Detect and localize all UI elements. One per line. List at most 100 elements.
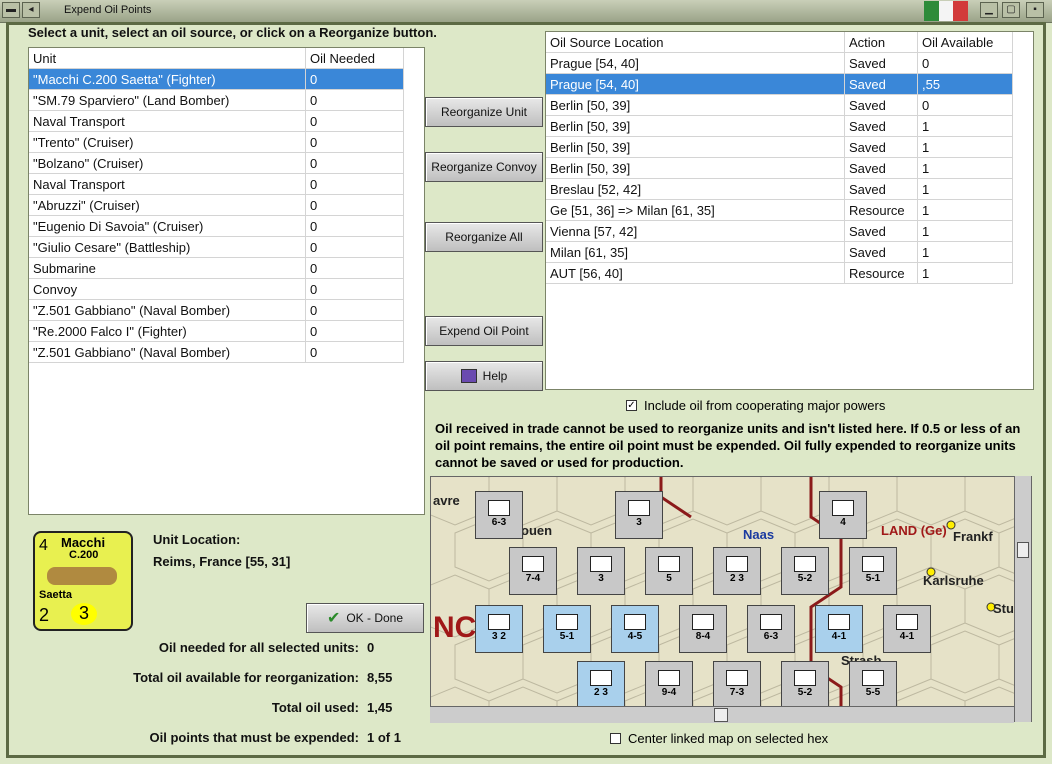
map-counter[interactable]: 9-4 xyxy=(645,661,693,709)
table-row[interactable]: Convoy 0 xyxy=(29,278,404,300)
map-counter[interactable]: 5-2 xyxy=(781,547,829,595)
map-counter[interactable]: 3 xyxy=(615,491,663,539)
table-row[interactable]: "Abruzzi" (Cruiser) 0 xyxy=(29,194,404,216)
map-counter[interactable]: 3 xyxy=(577,547,625,595)
table-row[interactable]: "Z.501 Gabbiano" (Naval Bomber) 0 xyxy=(29,341,404,363)
map-counter[interactable]: 8-4 xyxy=(679,605,727,653)
map-counter[interactable]: 6-3 xyxy=(475,491,523,539)
table-row[interactable]: Breslau [52, 42] Saved 1 xyxy=(546,178,1013,200)
map-counter[interactable]: 3 2 xyxy=(475,605,523,653)
table-row[interactable]: Naval Transport 0 xyxy=(29,110,404,132)
table-row[interactable]: Berlin [50, 39] Saved 1 xyxy=(546,136,1013,158)
table-row[interactable]: "Giulio Cesare" (Battleship) 0 xyxy=(29,236,404,258)
center-map-checkbox[interactable] xyxy=(610,733,621,744)
oil-available-cell: 1 xyxy=(917,115,1013,137)
table-row[interactable]: Ge [51, 36] => Milan [61, 35] Resource 1 xyxy=(546,199,1013,221)
card-nickname: Saetta xyxy=(39,589,73,601)
col-action[interactable]: Action xyxy=(844,32,918,53)
map-label: avre xyxy=(433,493,460,508)
map-counter[interactable]: 2 3 xyxy=(713,547,761,595)
reorganize-all-button[interactable]: Reorganize All xyxy=(425,222,543,252)
minimize-icon[interactable]: ▁ xyxy=(980,2,998,18)
map-counter[interactable]: 4-1 xyxy=(815,605,863,653)
map-counter[interactable]: 7-4 xyxy=(509,547,557,595)
oil-available-cell: 1 xyxy=(917,136,1013,158)
table-row[interactable]: Berlin [50, 39] Saved 1 xyxy=(546,115,1013,137)
map-counter[interactable]: 5 xyxy=(645,547,693,595)
map-counter[interactable]: 6-3 xyxy=(747,605,795,653)
table-row[interactable]: Vienna [57, 42] Saved 1 xyxy=(546,220,1013,242)
stat-value: 8,55 xyxy=(367,670,393,685)
stat-label: Oil needed for all selected units: xyxy=(158,640,359,655)
table-row[interactable]: "Eugenio Di Savoia" (Cruiser) 0 xyxy=(29,215,404,237)
stat-value: 0 xyxy=(367,640,375,655)
unit-name-cell: "Z.501 Gabbiano" (Naval Bomber) xyxy=(29,299,306,321)
ok-done-button[interactable]: ✔ OK - Done xyxy=(306,603,424,633)
oil-needed-cell: 0 xyxy=(305,110,404,132)
map-label: Naas xyxy=(743,527,775,542)
col-oil-source[interactable]: Oil Source Location xyxy=(546,32,845,53)
include-oil-checkbox[interactable]: ✓ xyxy=(626,400,637,411)
unit-name-cell: Submarine xyxy=(29,257,306,279)
map-counter[interactable]: 4-1 xyxy=(883,605,931,653)
table-row[interactable]: Submarine 0 xyxy=(29,257,404,279)
table-row[interactable]: Berlin [50, 39] Saved 1 xyxy=(546,157,1013,179)
scroll-thumb[interactable] xyxy=(1017,542,1029,558)
oil-needed-cell: 0 xyxy=(305,236,404,258)
oil-needed-cell: 0 xyxy=(305,152,404,174)
reorganize-convoy-button[interactable]: Reorganize Convoy xyxy=(425,152,543,182)
map-counter[interactable]: 7-3 xyxy=(713,661,761,709)
check-icon: ✔ xyxy=(326,610,341,627)
map-counter[interactable]: 4-5 xyxy=(611,605,659,653)
stat-label: Total oil available for reorganization: xyxy=(133,670,359,685)
table-row[interactable]: "Macchi C.200 Saetta" (Fighter) 0 xyxy=(29,68,404,90)
oil-source-cell: Berlin [50, 39] xyxy=(546,94,845,116)
table-row[interactable]: "Re.2000 Falco I" (Fighter) 0 xyxy=(29,320,404,342)
action-cell: Saved xyxy=(844,241,918,263)
units-list[interactable]: Unit Oil Needed "Macchi C.200 Saetta" (Fi… xyxy=(28,47,425,515)
expend-oil-point-button[interactable]: Expend Oil Point xyxy=(425,316,543,346)
table-row[interactable]: Milan [61, 35] Saved 1 xyxy=(546,241,1013,263)
oil-source-list[interactable]: Oil Source Location Action Oil Available P… xyxy=(545,31,1034,390)
oil-needed-cell: 0 xyxy=(305,131,404,153)
map-counter[interactable]: 5-1 xyxy=(543,605,591,653)
scroll-thumb[interactable] xyxy=(714,708,728,722)
unit-name-cell: "Bolzano" (Cruiser) xyxy=(29,152,306,174)
oil-source-cell: Vienna [57, 42] xyxy=(546,220,845,242)
oil-needed-cell: 0 xyxy=(305,68,404,90)
reorganize-unit-button[interactable]: Reorganize Unit xyxy=(425,97,543,127)
map-counter[interactable]: 5-2 xyxy=(781,661,829,709)
table-row[interactable]: Prague [54, 40] Saved ,55 xyxy=(546,73,1013,95)
map-horizontal-scrollbar[interactable] xyxy=(430,706,1014,723)
oil-available-cell: 1 xyxy=(917,178,1013,200)
help-button[interactable]: Help xyxy=(425,361,543,391)
map-counter[interactable]: 4 xyxy=(819,491,867,539)
table-row[interactable]: "Trento" (Cruiser) 0 xyxy=(29,131,404,153)
oil-needed-cell: 0 xyxy=(305,320,404,342)
col-oil-needed[interactable]: Oil Needed xyxy=(305,48,404,69)
map-counter[interactable]: 2 3 xyxy=(577,661,625,709)
oil-needed-cell: 0 xyxy=(305,173,404,195)
table-row[interactable]: Naval Transport 0 xyxy=(29,173,404,195)
table-row[interactable]: AUT [56, 40] Resource 1 xyxy=(546,262,1013,284)
action-cell: Saved xyxy=(844,178,918,200)
map-counter[interactable]: 5-1 xyxy=(849,547,897,595)
map-vertical-scrollbar[interactable] xyxy=(1014,476,1031,722)
map-counter[interactable]: 5-5 xyxy=(849,661,897,709)
restore-icon[interactable]: ◂ xyxy=(22,2,40,18)
oil-available-cell: 1 xyxy=(917,220,1013,242)
table-row[interactable]: Prague [54, 40] Saved 0 xyxy=(546,52,1013,74)
hex-map[interactable]: avre ouen Naas LAND (Ge) Frankf Karlsruhe Stu N… xyxy=(430,476,1032,722)
system-menu-icon[interactable]: ▬ xyxy=(2,2,20,18)
close-icon[interactable]: ▪ xyxy=(1026,2,1044,18)
unit-name-cell: "Re.2000 Falco I" (Fighter) xyxy=(29,320,306,342)
maximize-icon[interactable]: ▢ xyxy=(1002,2,1020,18)
table-row[interactable]: "SM.79 Sparviero" (Land Bomber) 0 xyxy=(29,89,404,111)
table-row[interactable]: "Z.501 Gabbiano" (Naval Bomber) 0 xyxy=(29,299,404,321)
card-bottom-left: 2 xyxy=(39,605,50,625)
col-unit[interactable]: Unit xyxy=(29,48,306,69)
unit-name-cell: "Macchi C.200 Saetta" (Fighter) xyxy=(29,68,306,90)
table-row[interactable]: "Bolzano" (Cruiser) 0 xyxy=(29,152,404,174)
table-row[interactable]: Berlin [50, 39] Saved 0 xyxy=(546,94,1013,116)
col-oil-available[interactable]: Oil Available xyxy=(917,32,1013,53)
